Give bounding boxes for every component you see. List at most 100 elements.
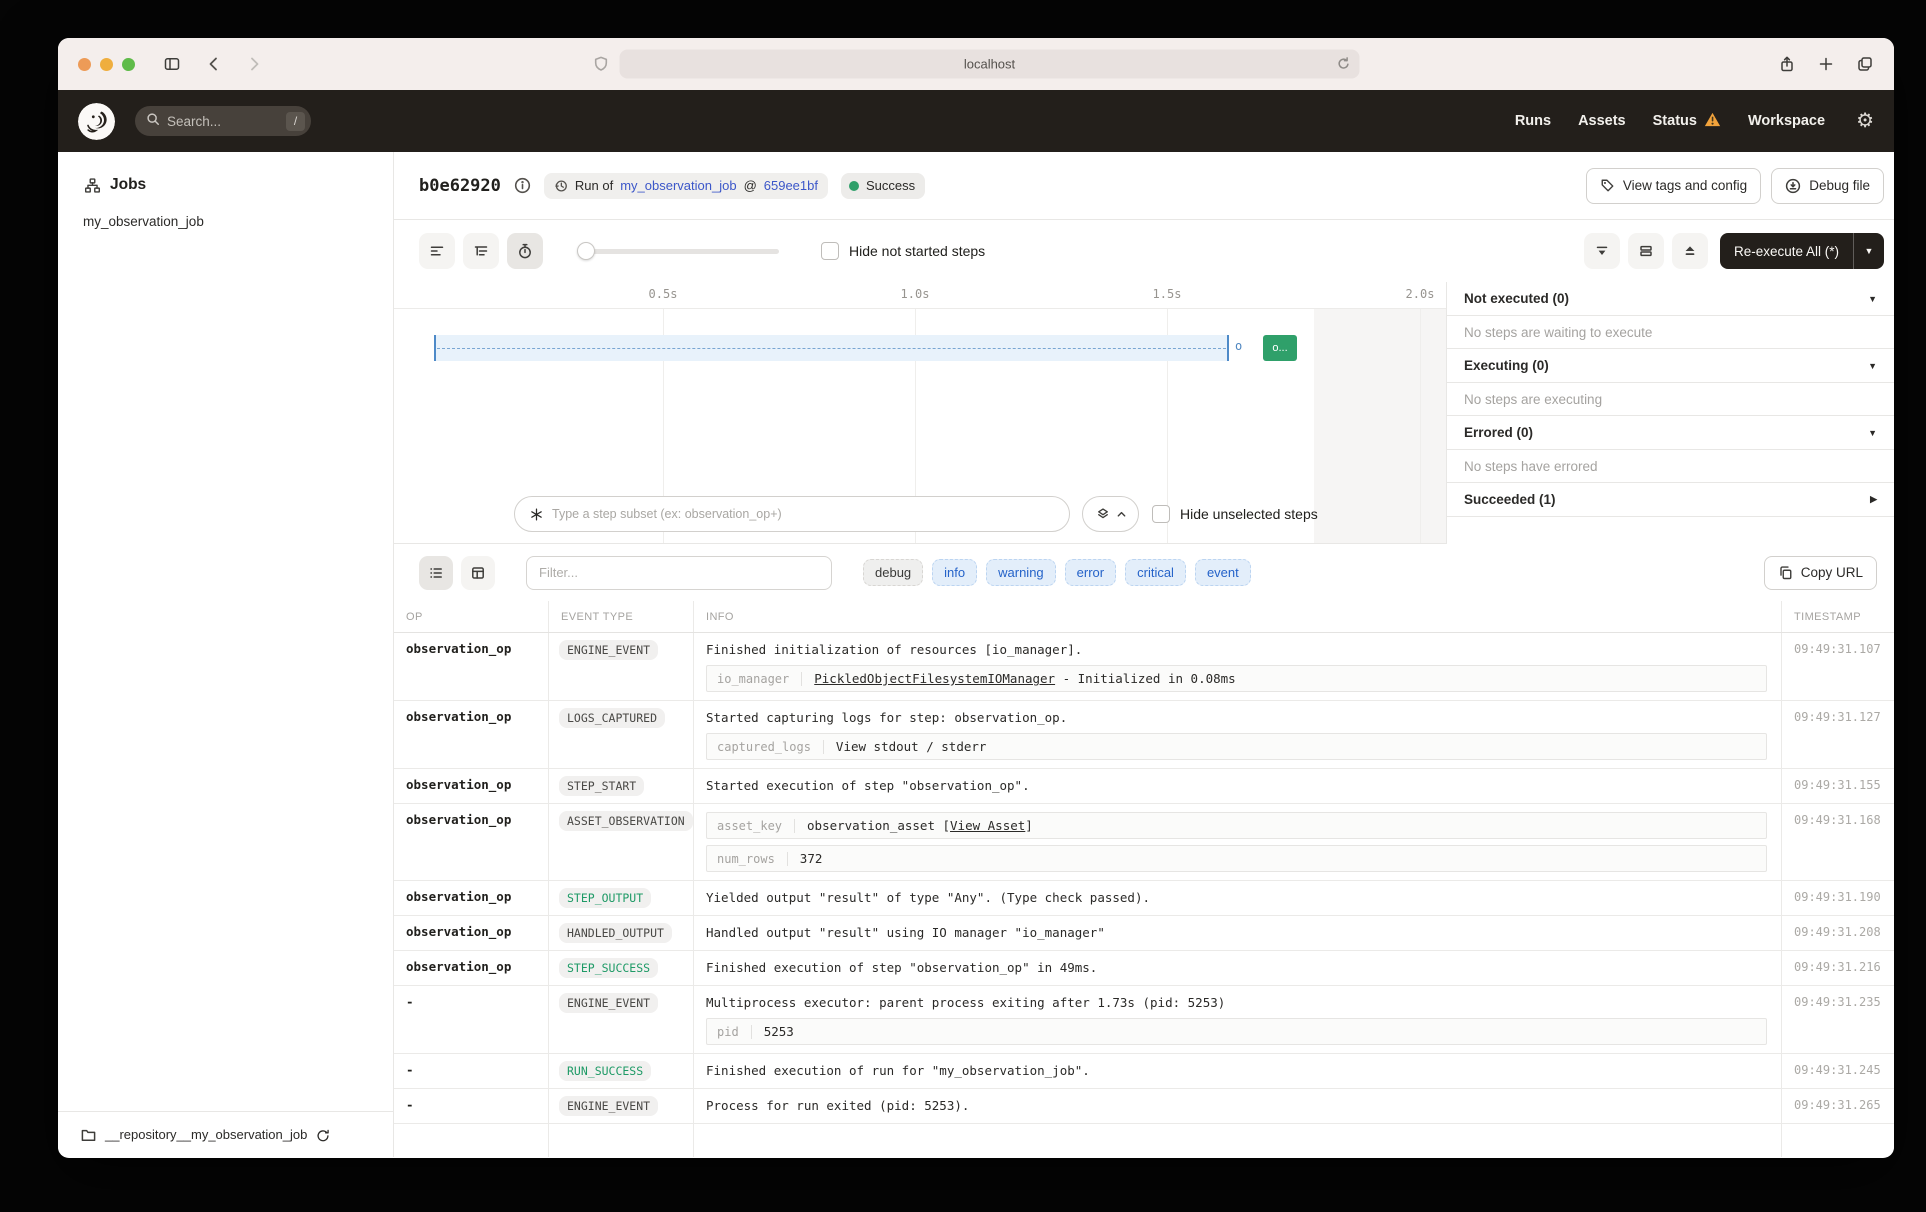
search-icon <box>146 112 160 131</box>
panel-section-succeeded[interactable]: Succeeded (1) ▶ <box>1447 483 1894 517</box>
scroll-to-bottom-icon[interactable] <box>1584 233 1620 269</box>
zoom-slider[interactable] <box>579 249 779 254</box>
search-input[interactable] <box>167 114 279 129</box>
table-row[interactable]: observation_op ENGINE_EVENT Finished ini… <box>394 633 1894 701</box>
table-row[interactable]: observation_op STEP_SUCCESS Finished exe… <box>394 951 1894 986</box>
chip-debug[interactable]: debug <box>863 559 923 586</box>
table-filler <box>394 1124 1894 1157</box>
nav-link-assets[interactable]: Assets <box>1578 113 1626 129</box>
hide-not-started-checkbox[interactable]: Hide not started steps <box>821 242 985 260</box>
success-dot <box>849 181 859 191</box>
log-message: Finished execution of step "observation_… <box>706 959 1769 977</box>
log-message: Started execution of step "observation_o… <box>706 777 1769 795</box>
log-structured-view-icon[interactable] <box>461 556 495 590</box>
chip-info[interactable]: info <box>932 559 977 586</box>
log-message: Started capturing logs for step: observa… <box>706 709 1769 727</box>
timed-view-icon[interactable] <box>507 233 543 269</box>
info-icon[interactable] <box>514 177 531 194</box>
log-timestamp: 09:49:31.190 <box>1781 881 1894 915</box>
table-row[interactable]: observation_op STEP_OUTPUT Yielded outpu… <box>394 881 1894 916</box>
reload-icon[interactable] <box>1336 56 1352 72</box>
copy-url-button[interactable]: Copy URL <box>1764 556 1877 590</box>
share-icon[interactable] <box>1778 55 1796 73</box>
stdout-stderr-link[interactable]: View stdout / stderr <box>836 739 987 754</box>
expand-rows-icon[interactable] <box>1628 233 1664 269</box>
chevron-down-icon: ▼ <box>1868 294 1877 304</box>
log-list-view-icon[interactable] <box>419 556 453 590</box>
nav-link-runs[interactable]: Runs <box>1515 113 1551 129</box>
reexecute-all-button[interactable]: Re-execute All (*) ▼ <box>1720 233 1884 269</box>
minimize-window-button[interactable] <box>100 58 113 71</box>
nav-link-workspace[interactable]: Workspace <box>1748 113 1825 129</box>
graph-query-toggle-button[interactable] <box>1082 496 1139 532</box>
op-selector-icon <box>529 507 544 522</box>
log-op: - <box>394 1089 548 1123</box>
waterfall-view-icon[interactable] <box>463 233 499 269</box>
col-header-event-type: EVENT TYPE <box>548 601 693 632</box>
new-tab-icon[interactable] <box>1818 56 1834 72</box>
col-header-op: OP <box>394 601 548 632</box>
tab-overview-icon[interactable] <box>1856 55 1874 73</box>
panel-section-errored[interactable]: Errored (0) ▼ <box>1447 416 1894 450</box>
search-shortcut-key: / <box>286 112 305 131</box>
log-op: observation_op <box>394 951 548 985</box>
zoom-window-button[interactable] <box>122 58 135 71</box>
url-text: localhost <box>964 57 1015 72</box>
step-bar-observation-op[interactable]: o... <box>1263 335 1297 361</box>
log-op: observation_op <box>394 916 548 950</box>
log-timestamp: 09:49:31.235 <box>1781 986 1894 1053</box>
sidebar-item-job[interactable]: my_observation_job <box>58 194 393 229</box>
view-asset-link[interactable]: View Asset <box>950 818 1025 833</box>
step-subset-input[interactable] <box>552 507 1055 521</box>
checkbox-box[interactable] <box>1152 505 1170 523</box>
table-row[interactable]: observation_op HANDLED_OUTPUT Handled ou… <box>394 916 1894 951</box>
table-row[interactable]: observation_op ASSET_OBSERVATION asset_k… <box>394 804 1894 881</box>
metadata-entry: pid 5253 <box>706 1018 1767 1045</box>
col-header-info: INFO <box>693 601 1781 632</box>
dagster-logo[interactable] <box>78 103 115 140</box>
metadata-entry: captured_logs View stdout / stderr <box>706 733 1767 760</box>
table-row[interactable]: - RUN_SUCCESS Finished execution of run … <box>394 1054 1894 1089</box>
log-message: Process for run exited (pid: 5253). <box>706 1097 1769 1115</box>
log-filter-input[interactable] <box>539 565 819 580</box>
metadata-link[interactable]: PickledObjectFilesystemIOManager <box>814 671 1055 686</box>
chip-critical[interactable]: critical <box>1125 559 1186 586</box>
nav-link-status[interactable]: Status <box>1653 112 1721 131</box>
status-warning-icon <box>1704 112 1721 131</box>
step-subset-input-wrap[interactable] <box>514 496 1070 532</box>
address-bar[interactable]: localhost <box>620 50 1360 79</box>
panel-section-executing[interactable]: Executing (0) ▼ <box>1447 349 1894 383</box>
job-link[interactable]: my_observation_job <box>620 178 736 193</box>
reexecute-dropdown-caret[interactable]: ▼ <box>1854 233 1884 269</box>
commit-link[interactable]: 659ee1bf <box>764 178 818 193</box>
chip-warning[interactable]: warning <box>986 559 1056 586</box>
zoom-slider-knob[interactable] <box>577 242 595 260</box>
table-row[interactable]: - ENGINE_EVENT Multiprocess executor: pa… <box>394 986 1894 1054</box>
forward-button[interactable] <box>245 55 263 73</box>
log-message: Finished initialization of resources [io… <box>706 641 1769 659</box>
close-window-button[interactable] <box>78 58 91 71</box>
flat-view-icon[interactable] <box>419 233 455 269</box>
event-type-tag: ENGINE_EVENT <box>559 1096 658 1116</box>
chip-event[interactable]: event <box>1195 559 1251 586</box>
checkbox-box[interactable] <box>821 242 839 260</box>
axis-tick: 1.0s <box>901 287 930 301</box>
settings-gear-icon[interactable]: ⚙︎ <box>1856 111 1874 131</box>
debug-file-button[interactable]: Debug file <box>1771 168 1884 204</box>
back-button[interactable] <box>205 55 223 73</box>
chip-error[interactable]: error <box>1065 559 1116 586</box>
panel-section-body: No steps are waiting to execute <box>1447 316 1894 349</box>
log-toolbar: debug info warning error critical event … <box>394 544 1894 601</box>
sidebar-toggle-icon[interactable] <box>163 55 181 73</box>
panel-section-not-executed[interactable]: Not executed (0) ▼ <box>1447 282 1894 316</box>
hide-unselected-checkbox[interactable]: Hide unselected steps <box>1152 505 1318 523</box>
gantt-chart: 0.5s 1.0s 1.5s 2.0s o o... <box>394 282 1894 544</box>
log-filter-wrap[interactable] <box>526 556 832 590</box>
table-row[interactable]: observation_op STEP_START Started execut… <box>394 769 1894 804</box>
global-search[interactable]: / <box>135 106 311 136</box>
collapse-eject-icon[interactable] <box>1672 233 1708 269</box>
view-tags-config-button[interactable]: View tags and config <box>1586 168 1761 204</box>
table-row[interactable]: - ENGINE_EVENT Process for run exited (p… <box>394 1089 1894 1124</box>
reload-repository-icon[interactable] <box>316 1128 330 1142</box>
table-row[interactable]: observation_op LOGS_CAPTURED Started cap… <box>394 701 1894 769</box>
